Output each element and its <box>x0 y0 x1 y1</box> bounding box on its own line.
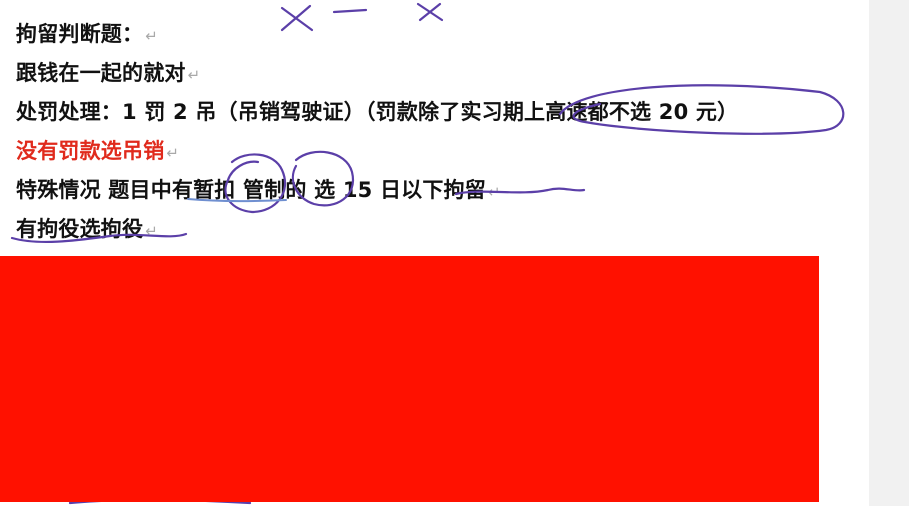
pen-dash-mark <box>332 8 368 14</box>
line-special-case: 特殊情况 题目中有暂扣 管制的 选 15 日以下拘留 ↵ <box>16 174 501 204</box>
line-text: 处罚处理：1 罚 2 吊（吊销驾驶证）（罚款除了实习期上高速都不选 20 元） <box>16 100 739 124</box>
line-money-rule: 跟钱在一起的就对 ↵ <box>16 57 200 87</box>
line-no-fine-revoke: 没有罚款选吊销 ↵ <box>16 135 179 165</box>
line-detention-question: 拘留判断题： ↵ <box>16 18 158 48</box>
line-text: 跟钱在一起的就对 <box>16 61 186 85</box>
paragraph-mark-icon: ↵ <box>145 222 158 240</box>
line-text: 拘留判断题： <box>16 22 144 46</box>
document-page: 拘留判断题： ↵ 跟钱在一起的就对 ↵ 处罚处理：1 罚 2 吊（吊销驾驶证）（罚款… <box>0 0 869 506</box>
pen-cross-mark <box>416 2 444 22</box>
line-criminal-detention: 有拘役选拘役 ↵ <box>16 213 158 243</box>
redaction-block <box>0 256 819 502</box>
pen-cross-mark <box>280 4 314 32</box>
line-text: 特殊情况 题目中有暂扣 管制的 选 15 日以下拘留 <box>16 178 486 202</box>
line-penalty-handling: 处罚处理：1 罚 2 吊（吊销驾驶证）（罚款除了实习期上高速都不选 20 元） <box>16 96 740 126</box>
paragraph-mark-icon: ↵ <box>166 144 180 162</box>
paragraph-mark-icon: ↵ <box>145 27 158 45</box>
line-text: 有拘役选拘役 <box>16 217 144 241</box>
line-text: 没有罚款选吊销 <box>16 139 165 163</box>
paragraph-mark-icon: ↵ <box>487 183 501 201</box>
page-margin <box>869 0 909 506</box>
paragraph-mark-icon: ↵ <box>187 66 201 84</box>
